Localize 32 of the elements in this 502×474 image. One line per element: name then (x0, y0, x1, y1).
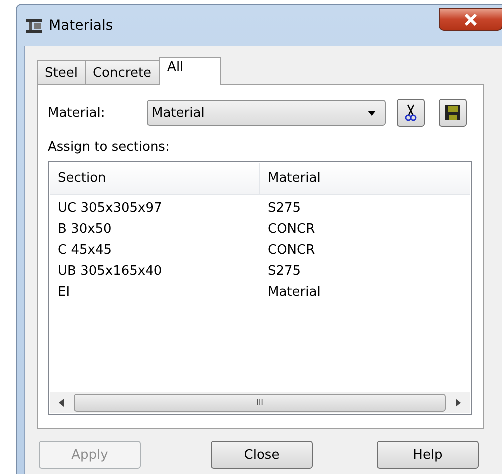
table-cell-text: CONCR (267, 243, 316, 258)
column-header[interactable]: Material (260, 163, 470, 194)
close-button[interactable] (439, 8, 502, 31)
horizontal-scrollbar[interactable]: III (50, 392, 470, 413)
dialog-button[interactable]: Help (377, 441, 479, 469)
tab[interactable]: Concrete (84, 60, 160, 84)
table-cell-text: C 45x45 (57, 243, 113, 258)
table-cell-text: EI (57, 285, 72, 300)
steel-beam-icon (25, 18, 43, 34)
dropdown-caret-icon (368, 110, 376, 116)
close-icon (464, 14, 478, 26)
table-cell-text: Material (267, 285, 322, 300)
column-header[interactable]: Section (50, 163, 260, 194)
table-cell-text: UC 305x305x97 (57, 201, 164, 216)
assign-label: Assign to sections: (48, 140, 171, 157)
scroll-left-icon[interactable] (59, 398, 64, 406)
dialog-button[interactable]: Close (211, 441, 313, 469)
scroll-right-icon[interactable] (456, 398, 461, 406)
window-title: Materials (49, 18, 114, 34)
save-button[interactable] (439, 99, 467, 127)
table-cell-text: S275 (267, 201, 302, 216)
tab[interactable]: All (158, 57, 221, 85)
scissors-icon (405, 104, 417, 122)
material-dropdown[interactable]: Material (147, 100, 386, 126)
table-cell-text: S275 (267, 264, 302, 279)
scissors-button[interactable] (397, 99, 425, 127)
table-cell-text: B 30x50 (57, 222, 113, 237)
table-cell-text: UB 305x165x40 (57, 264, 164, 279)
scrollbar-thumb[interactable]: III (74, 394, 446, 412)
material-label: Material: (48, 106, 106, 120)
tab[interactable]: Steel (37, 60, 86, 84)
table-cell-text: CONCR (267, 222, 316, 237)
